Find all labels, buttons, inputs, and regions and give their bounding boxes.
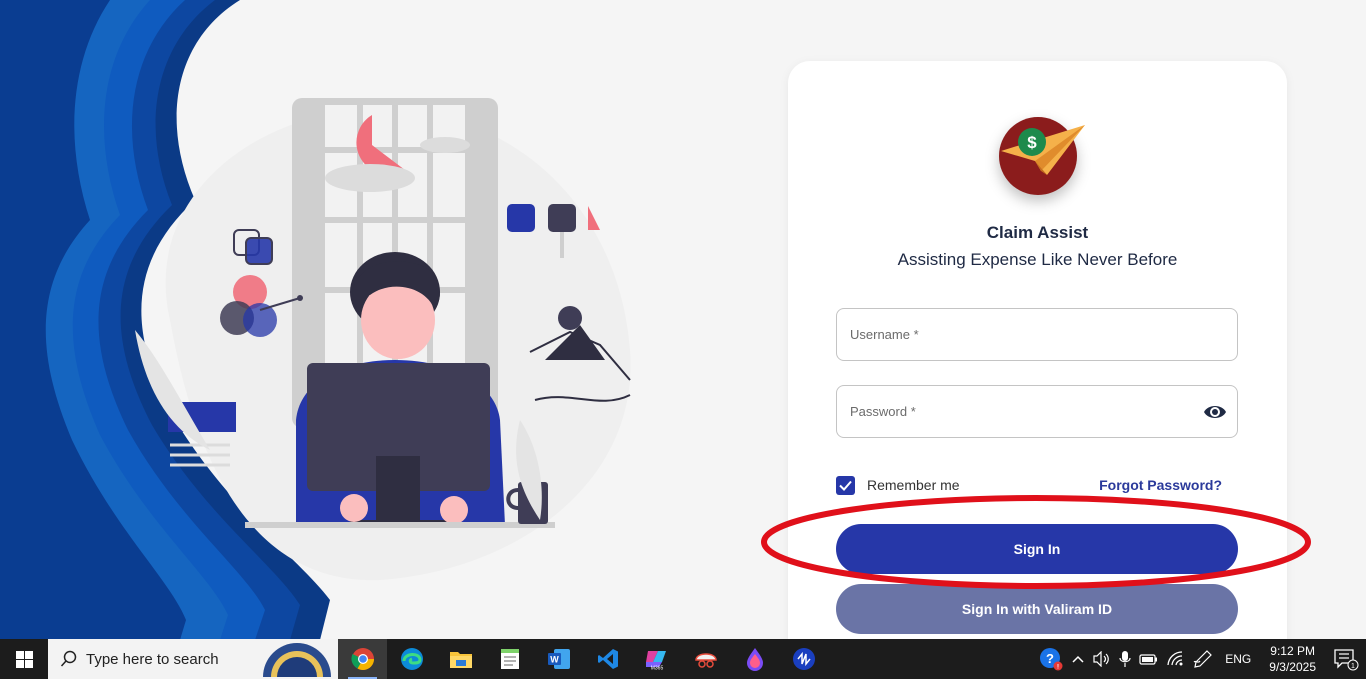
password-field[interactable] — [836, 385, 1238, 438]
vscode-icon — [597, 649, 618, 669]
taskbar-apps: W M365 — [338, 639, 828, 679]
notification-count: 1 — [1351, 663, 1355, 670]
svg-text:$: $ — [1027, 133, 1037, 152]
wifi-icon — [1167, 651, 1183, 666]
notification-icon: 1 — [1334, 649, 1359, 671]
volume-button[interactable] — [1093, 651, 1111, 667]
taskbar-file-explorer[interactable] — [436, 639, 485, 679]
microphone-button[interactable] — [1119, 650, 1131, 668]
start-button[interactable] — [0, 639, 48, 679]
volume-icon — [1093, 651, 1110, 667]
battery-button[interactable] — [1139, 652, 1159, 666]
clock[interactable]: 9:12 PM 9/3/2025 — [1269, 643, 1316, 675]
file-explorer-icon — [449, 652, 472, 668]
password-input[interactable] — [850, 386, 1180, 437]
clock-date: 9/3/2025 — [1269, 660, 1316, 674]
person-at-computer-illustration — [135, 98, 631, 581]
paper-plane-money-icon: $ — [1001, 125, 1085, 175]
sign-in-valiram-button[interactable]: Sign In with Valiram ID — [836, 584, 1238, 634]
forgot-password-link[interactable]: Forgot Password? — [1099, 477, 1222, 493]
microphone-icon — [1119, 651, 1131, 667]
search-icon — [60, 650, 77, 667]
show-hidden-icons-button[interactable] — [1071, 654, 1085, 664]
notification-center-button[interactable]: 1 — [1326, 647, 1366, 671]
taskbar-vpn[interactable] — [779, 639, 828, 679]
login-card: $ Claim Assist Assisting Expense Like Ne… — [788, 61, 1287, 661]
clock-time: 9:12 PM — [1270, 644, 1315, 658]
remember-me-checkbox[interactable] — [836, 475, 855, 495]
taskbar-paint[interactable] — [730, 639, 779, 679]
chevron-up-icon — [1072, 655, 1084, 663]
username-input[interactable] — [850, 309, 1180, 360]
language-indicator[interactable]: ENG — [1225, 652, 1251, 666]
taskbar-notepad[interactable] — [485, 639, 534, 679]
taskbar-edge[interactable] — [387, 639, 436, 679]
show-password-eye-icon[interactable] — [1203, 401, 1227, 423]
battery-charging-icon — [1139, 654, 1158, 665]
vpn-icon — [792, 648, 815, 670]
notepad-icon — [500, 649, 519, 669]
snipping-tool-icon — [694, 653, 717, 668]
taskbar: Type here to search W M365 ? ! ENG 9:12 … — [0, 639, 1366, 679]
paint-icon — [746, 648, 763, 671]
taskbar-vscode[interactable] — [583, 639, 632, 679]
help-button[interactable]: ? ! — [1039, 647, 1063, 671]
pen-icon — [1193, 650, 1213, 668]
svg-text:M365: M365 — [650, 666, 663, 671]
taskbar-snipping-tool[interactable] — [681, 639, 730, 679]
svg-text:?: ? — [1046, 651, 1054, 666]
svg-text:!: ! — [1057, 665, 1059, 671]
edge-icon — [400, 648, 423, 670]
search-placeholder: Type here to search — [86, 650, 219, 668]
username-field[interactable] — [836, 308, 1238, 361]
remember-me-row[interactable]: Remember me — [836, 475, 960, 495]
system-tray: ? ! ENG 9:12 PM 9/3/2025 1 — [1035, 639, 1366, 679]
chrome-icon — [350, 648, 374, 670]
m365-icon: M365 — [645, 651, 666, 671]
sign-in-button[interactable]: Sign In — [836, 524, 1238, 574]
checkmark-icon — [839, 480, 852, 491]
app-title: Claim Assist — [986, 223, 1089, 242]
taskbar-word[interactable]: W — [534, 639, 583, 679]
windows-logo-icon — [15, 650, 33, 668]
taskbar-search-box[interactable]: Type here to search — [48, 639, 338, 679]
taskbar-m365[interactable]: M365 — [632, 639, 681, 679]
help-icon: ? ! — [1040, 648, 1063, 671]
remember-me-label: Remember me — [867, 477, 960, 493]
claim-assist-logo: $ — [999, 117, 1085, 195]
pen-button[interactable] — [1193, 650, 1213, 668]
wifi-button[interactable] — [1167, 651, 1185, 667]
svg-text:W: W — [550, 655, 559, 665]
taskbar-chrome[interactable] — [338, 639, 387, 679]
app-subtitle: Assisting Expense Like Never Before — [897, 250, 1178, 269]
search-highlight-icon — [263, 643, 331, 677]
word-icon: W — [547, 649, 570, 669]
